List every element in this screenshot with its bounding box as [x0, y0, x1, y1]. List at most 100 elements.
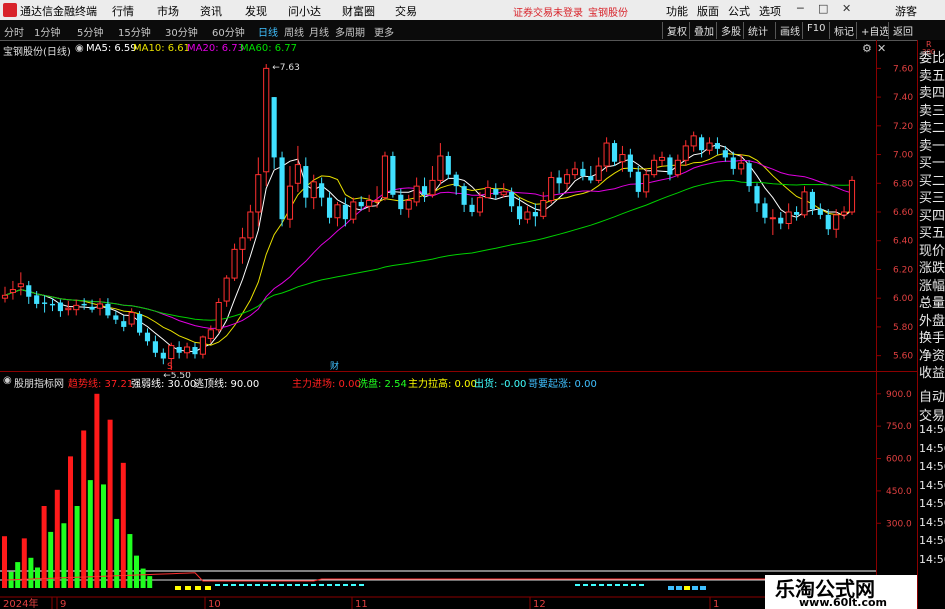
- menu-item-formula[interactable]: 公式: [728, 3, 750, 19]
- period-tab-multi[interactable]: 多周期: [335, 24, 365, 39]
- ship-bar: [239, 584, 244, 586]
- period-tab-more[interactable]: 更多: [374, 24, 394, 39]
- period-tab-1min[interactable]: 1分钟: [34, 24, 60, 39]
- menu-item-layout[interactable]: 版面: [697, 3, 719, 19]
- candle-body-up: [223, 277, 230, 302]
- candle-body-down: [516, 206, 523, 220]
- ship-bar: [223, 584, 228, 586]
- multi-stock-button[interactable]: 多股: [716, 22, 745, 39]
- period-tab-monthly[interactable]: 月线: [309, 24, 329, 39]
- raise-bar: [668, 586, 674, 590]
- kline-chart[interactable]: 7.60 7.40 7.20 7.00 6.80 6.60 6.40 6.20 6.00 5.80…: [0, 40, 917, 609]
- candle-body-down: [421, 186, 428, 195]
- guest-label[interactable]: 游客: [895, 3, 917, 19]
- quote-label-18: 收益: [919, 366, 945, 381]
- candle-body-up: [255, 174, 262, 213]
- back-button[interactable]: 返回: [888, 22, 917, 39]
- menu-item-options[interactable]: 选项: [759, 3, 781, 19]
- candle-body-down: [105, 303, 111, 316]
- candle-body-down: [809, 191, 815, 210]
- period-tab-5min[interactable]: 5分钟: [77, 24, 103, 39]
- indicator-bar: [120, 462, 126, 588]
- close-icon[interactable]: ✕: [842, 2, 851, 15]
- ship-bar: [215, 584, 220, 586]
- app-logo-icon: [3, 3, 17, 17]
- ship-bar: [303, 584, 308, 586]
- price-tick-label: 6.40: [893, 237, 913, 247]
- indicator-bar: [48, 531, 54, 588]
- candle-body-up: [73, 304, 80, 311]
- period-tab-30min[interactable]: 30分钟: [165, 24, 198, 39]
- menu-item-discover[interactable]: 发现: [245, 3, 267, 19]
- candle-body-up: [651, 159, 658, 176]
- statistics-button[interactable]: 统计: [743, 22, 772, 39]
- period-tab-15min[interactable]: 15分钟: [118, 24, 151, 39]
- raise-bar: [205, 586, 211, 590]
- candle-body-down: [588, 176, 594, 181]
- time-tick-label: 1: [713, 599, 719, 609]
- maximize-icon[interactable]: □: [818, 2, 828, 15]
- candle-body-down: [762, 203, 768, 218]
- indicator-bar: [54, 489, 60, 588]
- candle-body-up: [381, 155, 389, 199]
- period-tab-60min[interactable]: 60分钟: [212, 24, 245, 39]
- candle-body-down: [176, 347, 182, 353]
- indicator-bar: [147, 576, 153, 588]
- raise-bar: [684, 586, 690, 590]
- indicator-bar: [87, 480, 93, 588]
- quote-label-4: 卖二: [919, 121, 945, 136]
- menu-item-function[interactable]: 功能: [666, 3, 688, 19]
- indicator-bar: [15, 562, 21, 588]
- quote-label-15: 外盘: [919, 313, 945, 329]
- candle-body-up: [199, 336, 206, 355]
- draw-line-button[interactable]: 画线: [775, 22, 804, 39]
- time-tick-label: 10: [208, 599, 221, 609]
- candle-body-down: [279, 157, 285, 220]
- menu-item-wealth[interactable]: 财富圈: [342, 3, 375, 19]
- f10-button[interactable]: F10: [802, 22, 829, 39]
- ma60-line: [4, 179, 853, 321]
- indicator-bar: [107, 419, 113, 588]
- menu-item-markets[interactable]: 市场: [157, 3, 179, 19]
- indicator-bar: [114, 518, 120, 588]
- candle-body-up: [168, 345, 175, 360]
- period-tab-daily[interactable]: 日线: [258, 24, 278, 39]
- ship-bar: [623, 584, 628, 586]
- candle-body-up: [619, 154, 626, 163]
- ship-bar: [295, 584, 300, 586]
- price-tick-label: 6.00: [893, 294, 913, 304]
- candle-body-up: [571, 168, 579, 176]
- price-tick-label: 7.60: [893, 64, 913, 74]
- quote-label-2: 卖四: [919, 86, 945, 101]
- period-tab-weekly[interactable]: 周线: [284, 24, 304, 39]
- quote-label-1: 卖五: [919, 68, 945, 84]
- login-warning[interactable]: 证券交易未登录: [513, 4, 583, 19]
- candle-body-down: [556, 177, 562, 184]
- candle-body-down: [303, 166, 309, 198]
- candle-body-down: [746, 163, 752, 187]
- price-tick-label: 6.60: [893, 208, 913, 218]
- tick-time-2: 14:56: [919, 423, 945, 436]
- period-tab-timeshare[interactable]: 分时: [4, 24, 24, 39]
- candle-body-up: [706, 142, 713, 151]
- minimize-icon[interactable]: ─: [797, 2, 804, 15]
- candle-body-up: [476, 197, 484, 213]
- tick-time-5: 14:56: [919, 478, 945, 492]
- indicator-tick-label: 750.0: [886, 422, 912, 432]
- indicator-tick-label: 450.0: [886, 487, 912, 497]
- candle-body-up: [294, 164, 301, 184]
- ship-bar: [231, 584, 236, 586]
- menu-item-market[interactable]: 行情: [112, 3, 134, 19]
- mark-button[interactable]: 标记: [829, 22, 858, 39]
- candle-body-down: [34, 295, 40, 304]
- menu-item-trade[interactable]: 交易: [395, 3, 417, 19]
- indicator-bar: [81, 430, 87, 588]
- menu-item-assistant[interactable]: 问小达: [288, 3, 321, 19]
- candle-body-down: [144, 332, 151, 342]
- overlay-button[interactable]: 叠加: [689, 22, 718, 39]
- candle-body-down: [794, 212, 800, 215]
- menu-item-news[interactable]: 资讯: [200, 3, 222, 19]
- candle-body-up: [595, 165, 602, 181]
- candle-body-up: [263, 67, 270, 173]
- adjust-button[interactable]: 复权: [662, 22, 691, 39]
